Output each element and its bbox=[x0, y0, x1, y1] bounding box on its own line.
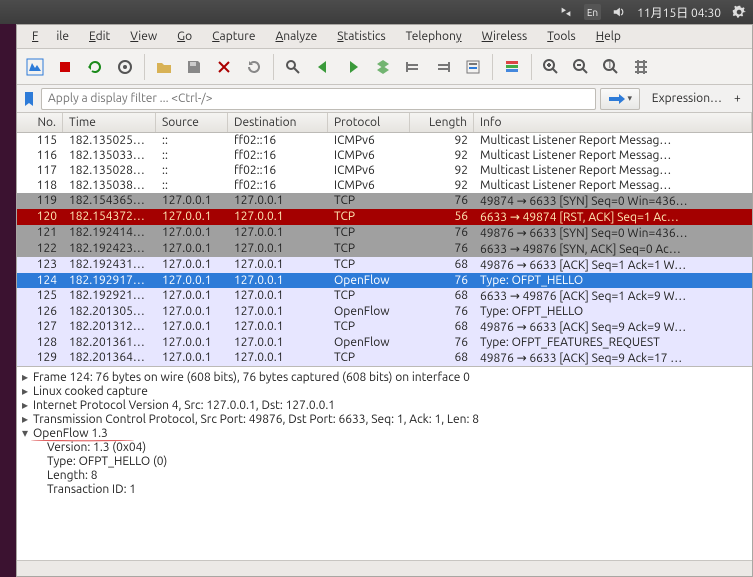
packet-row[interactable]: 117182.1350287…::ff02::16ICMPv692Multica… bbox=[17, 163, 752, 178]
column-time[interactable]: Time bbox=[63, 113, 156, 132]
menu-file[interactable]: File bbox=[23, 28, 78, 45]
packet-row[interactable]: 115182.1350256…::ff02::16ICMPv692Multica… bbox=[17, 133, 752, 148]
detail-linux[interactable]: Linux cooked capture bbox=[33, 385, 148, 399]
detail-frame[interactable]: Frame 124: 76 bytes on wire (608 bits), … bbox=[33, 371, 470, 385]
expand-icon[interactable]: ▸ bbox=[19, 413, 31, 427]
packet-details-pane[interactable]: ▸Frame 124: 76 bytes on wire (608 bits),… bbox=[17, 367, 752, 560]
restart-capture-button[interactable] bbox=[81, 53, 109, 81]
expand-icon[interactable]: ▸ bbox=[19, 385, 31, 399]
resize-columns-button[interactable] bbox=[627, 53, 655, 81]
expression-button[interactable]: Expression… bbox=[644, 92, 730, 105]
column-info[interactable]: Info bbox=[474, 113, 752, 132]
packet-row[interactable]: 120182.1543727…127.0.0.1127.0.0.1TCP5666… bbox=[17, 209, 752, 225]
system-topbar: En 11月15日 04:30 bbox=[0, 0, 753, 24]
svg-text:1: 1 bbox=[606, 58, 613, 71]
packet-row[interactable]: 122182.1924234…127.0.0.1127.0.0.1TCP7666… bbox=[17, 241, 752, 257]
detail-of-version[interactable]: Version: 1.3 (0x04) bbox=[47, 441, 146, 455]
packet-row[interactable]: 126182.2013055…127.0.0.1127.0.0.1OpenFlo… bbox=[17, 304, 752, 319]
go-last-button[interactable] bbox=[429, 53, 457, 81]
packet-row[interactable]: 128182.2013612…127.0.0.1127.0.0.1OpenFlo… bbox=[17, 335, 752, 350]
packet-row[interactable]: 121182.1924140…127.0.0.1127.0.0.1TCP7649… bbox=[17, 225, 752, 241]
clock[interactable]: 11月15日 04:30 bbox=[637, 4, 721, 21]
go-first-button[interactable] bbox=[399, 53, 427, 81]
packet-row[interactable]: 129182.2013646…127.0.0.1127.0.0.1TCP6849… bbox=[17, 350, 752, 366]
packet-row[interactable]: 118182.1350388…::ff02::16ICMPv692Multica… bbox=[17, 178, 752, 193]
detail-openflow[interactable]: OpenFlow 1.3 bbox=[33, 427, 108, 441]
sound-icon[interactable] bbox=[611, 4, 627, 20]
detail-of-txid[interactable]: Transaction ID: 1 bbox=[47, 483, 136, 497]
menu-tools[interactable]: Tools bbox=[538, 28, 585, 45]
input-method-indicator[interactable]: En bbox=[584, 4, 601, 20]
go-to-packet-button[interactable] bbox=[369, 53, 397, 81]
packet-row[interactable]: 127182.2013121…127.0.0.1127.0.0.1TCP6849… bbox=[17, 319, 752, 335]
capture-options-button[interactable] bbox=[21, 53, 49, 81]
detail-tcp[interactable]: Transmission Control Protocol, Src Port:… bbox=[33, 413, 479, 427]
detail-of-type[interactable]: Type: OFPT_HELLO (0) bbox=[47, 455, 167, 469]
packet-row[interactable]: 119182.1543652…127.0.0.1127.0.0.1TCP7649… bbox=[17, 193, 752, 209]
collapse-icon[interactable]: ▾ bbox=[19, 427, 31, 441]
column-destination[interactable]: Destination bbox=[228, 113, 328, 132]
menubar: File Edit View Go Capture Analyze Statis… bbox=[17, 25, 752, 49]
menu-wireless[interactable]: Wireless bbox=[473, 28, 537, 45]
reload-file-button[interactable] bbox=[240, 53, 268, 81]
wireshark-window: File Edit View Go Capture Analyze Statis… bbox=[16, 24, 753, 577]
capture-options-icon[interactable] bbox=[111, 53, 139, 81]
menu-telephony[interactable]: Telephony bbox=[397, 28, 471, 45]
colorize-button[interactable] bbox=[498, 53, 526, 81]
go-back-button[interactable] bbox=[309, 53, 337, 81]
packet-row[interactable]: 124182.1929172…127.0.0.1127.0.0.1OpenFlo… bbox=[17, 273, 752, 288]
packet-list-header[interactable]: No. Time Source Destination Protocol Len… bbox=[17, 113, 752, 133]
detail-ip[interactable]: Internet Protocol Version 4, Src: 127.0.… bbox=[33, 399, 335, 413]
open-file-button[interactable] bbox=[150, 53, 178, 81]
column-length[interactable]: Length bbox=[410, 113, 474, 132]
network-icon[interactable] bbox=[558, 4, 574, 20]
statusbar bbox=[17, 560, 752, 576]
expand-icon[interactable]: ▸ bbox=[19, 399, 31, 413]
find-packet-button[interactable] bbox=[279, 53, 307, 81]
menu-edit[interactable]: Edit bbox=[80, 28, 119, 45]
packet-row[interactable]: 125182.1929217…127.0.0.1127.0.0.1TCP6866… bbox=[17, 288, 752, 304]
start-capture-button[interactable] bbox=[51, 53, 79, 81]
detail-of-length[interactable]: Length: 8 bbox=[47, 469, 98, 483]
packet-list-pane[interactable]: No. Time Source Destination Protocol Len… bbox=[17, 113, 752, 367]
expand-icon[interactable]: ▸ bbox=[19, 371, 31, 385]
packet-row[interactable]: 123182.1924318…127.0.0.1127.0.0.1TCP6849… bbox=[17, 257, 752, 273]
packet-row[interactable]: 116182.1350334…::ff02::16ICMPv692Multica… bbox=[17, 148, 752, 163]
zoom-in-button[interactable] bbox=[537, 53, 565, 81]
apply-filter-button[interactable]: ▾ bbox=[600, 88, 640, 110]
display-filter-input[interactable] bbox=[41, 88, 596, 110]
menu-go[interactable]: Go bbox=[168, 28, 201, 45]
auto-scroll-button[interactable] bbox=[459, 53, 487, 81]
close-file-button[interactable] bbox=[210, 53, 238, 81]
gear-icon[interactable] bbox=[731, 4, 747, 20]
go-forward-button[interactable] bbox=[339, 53, 367, 81]
menu-help[interactable]: Help bbox=[587, 28, 630, 45]
column-no[interactable]: No. bbox=[17, 113, 63, 132]
save-file-button[interactable] bbox=[180, 53, 208, 81]
add-filter-button[interactable]: + bbox=[734, 92, 748, 105]
zoom-out-button[interactable] bbox=[567, 53, 595, 81]
menu-capture[interactable]: Capture bbox=[203, 28, 264, 45]
column-protocol[interactable]: Protocol bbox=[328, 113, 410, 132]
column-source[interactable]: Source bbox=[156, 113, 228, 132]
bookmark-icon[interactable] bbox=[21, 89, 37, 109]
display-filter-bar: ▾ Expression… + bbox=[17, 85, 752, 113]
menu-view[interactable]: View bbox=[121, 28, 166, 45]
unity-launcher bbox=[0, 24, 16, 577]
zoom-reset-button[interactable]: 1 bbox=[597, 53, 625, 81]
menu-statistics[interactable]: Statistics bbox=[328, 28, 394, 45]
menu-analyze[interactable]: Analyze bbox=[266, 28, 326, 45]
main-toolbar: 1 bbox=[17, 49, 752, 85]
